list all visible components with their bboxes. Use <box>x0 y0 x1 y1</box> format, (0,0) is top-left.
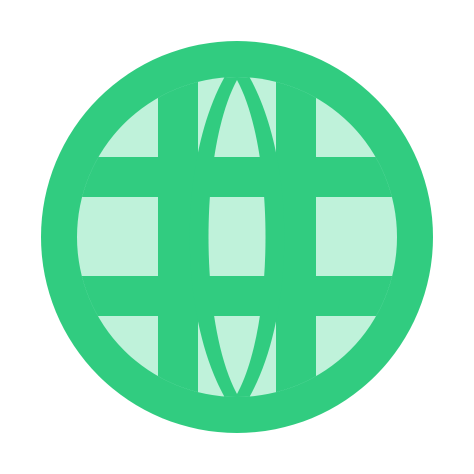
icon-canvas <box>0 0 474 474</box>
globe-latitude-lower-cross <box>199 276 275 316</box>
globe-icon <box>41 41 433 433</box>
globe-latitude-upper-cross <box>199 157 275 197</box>
